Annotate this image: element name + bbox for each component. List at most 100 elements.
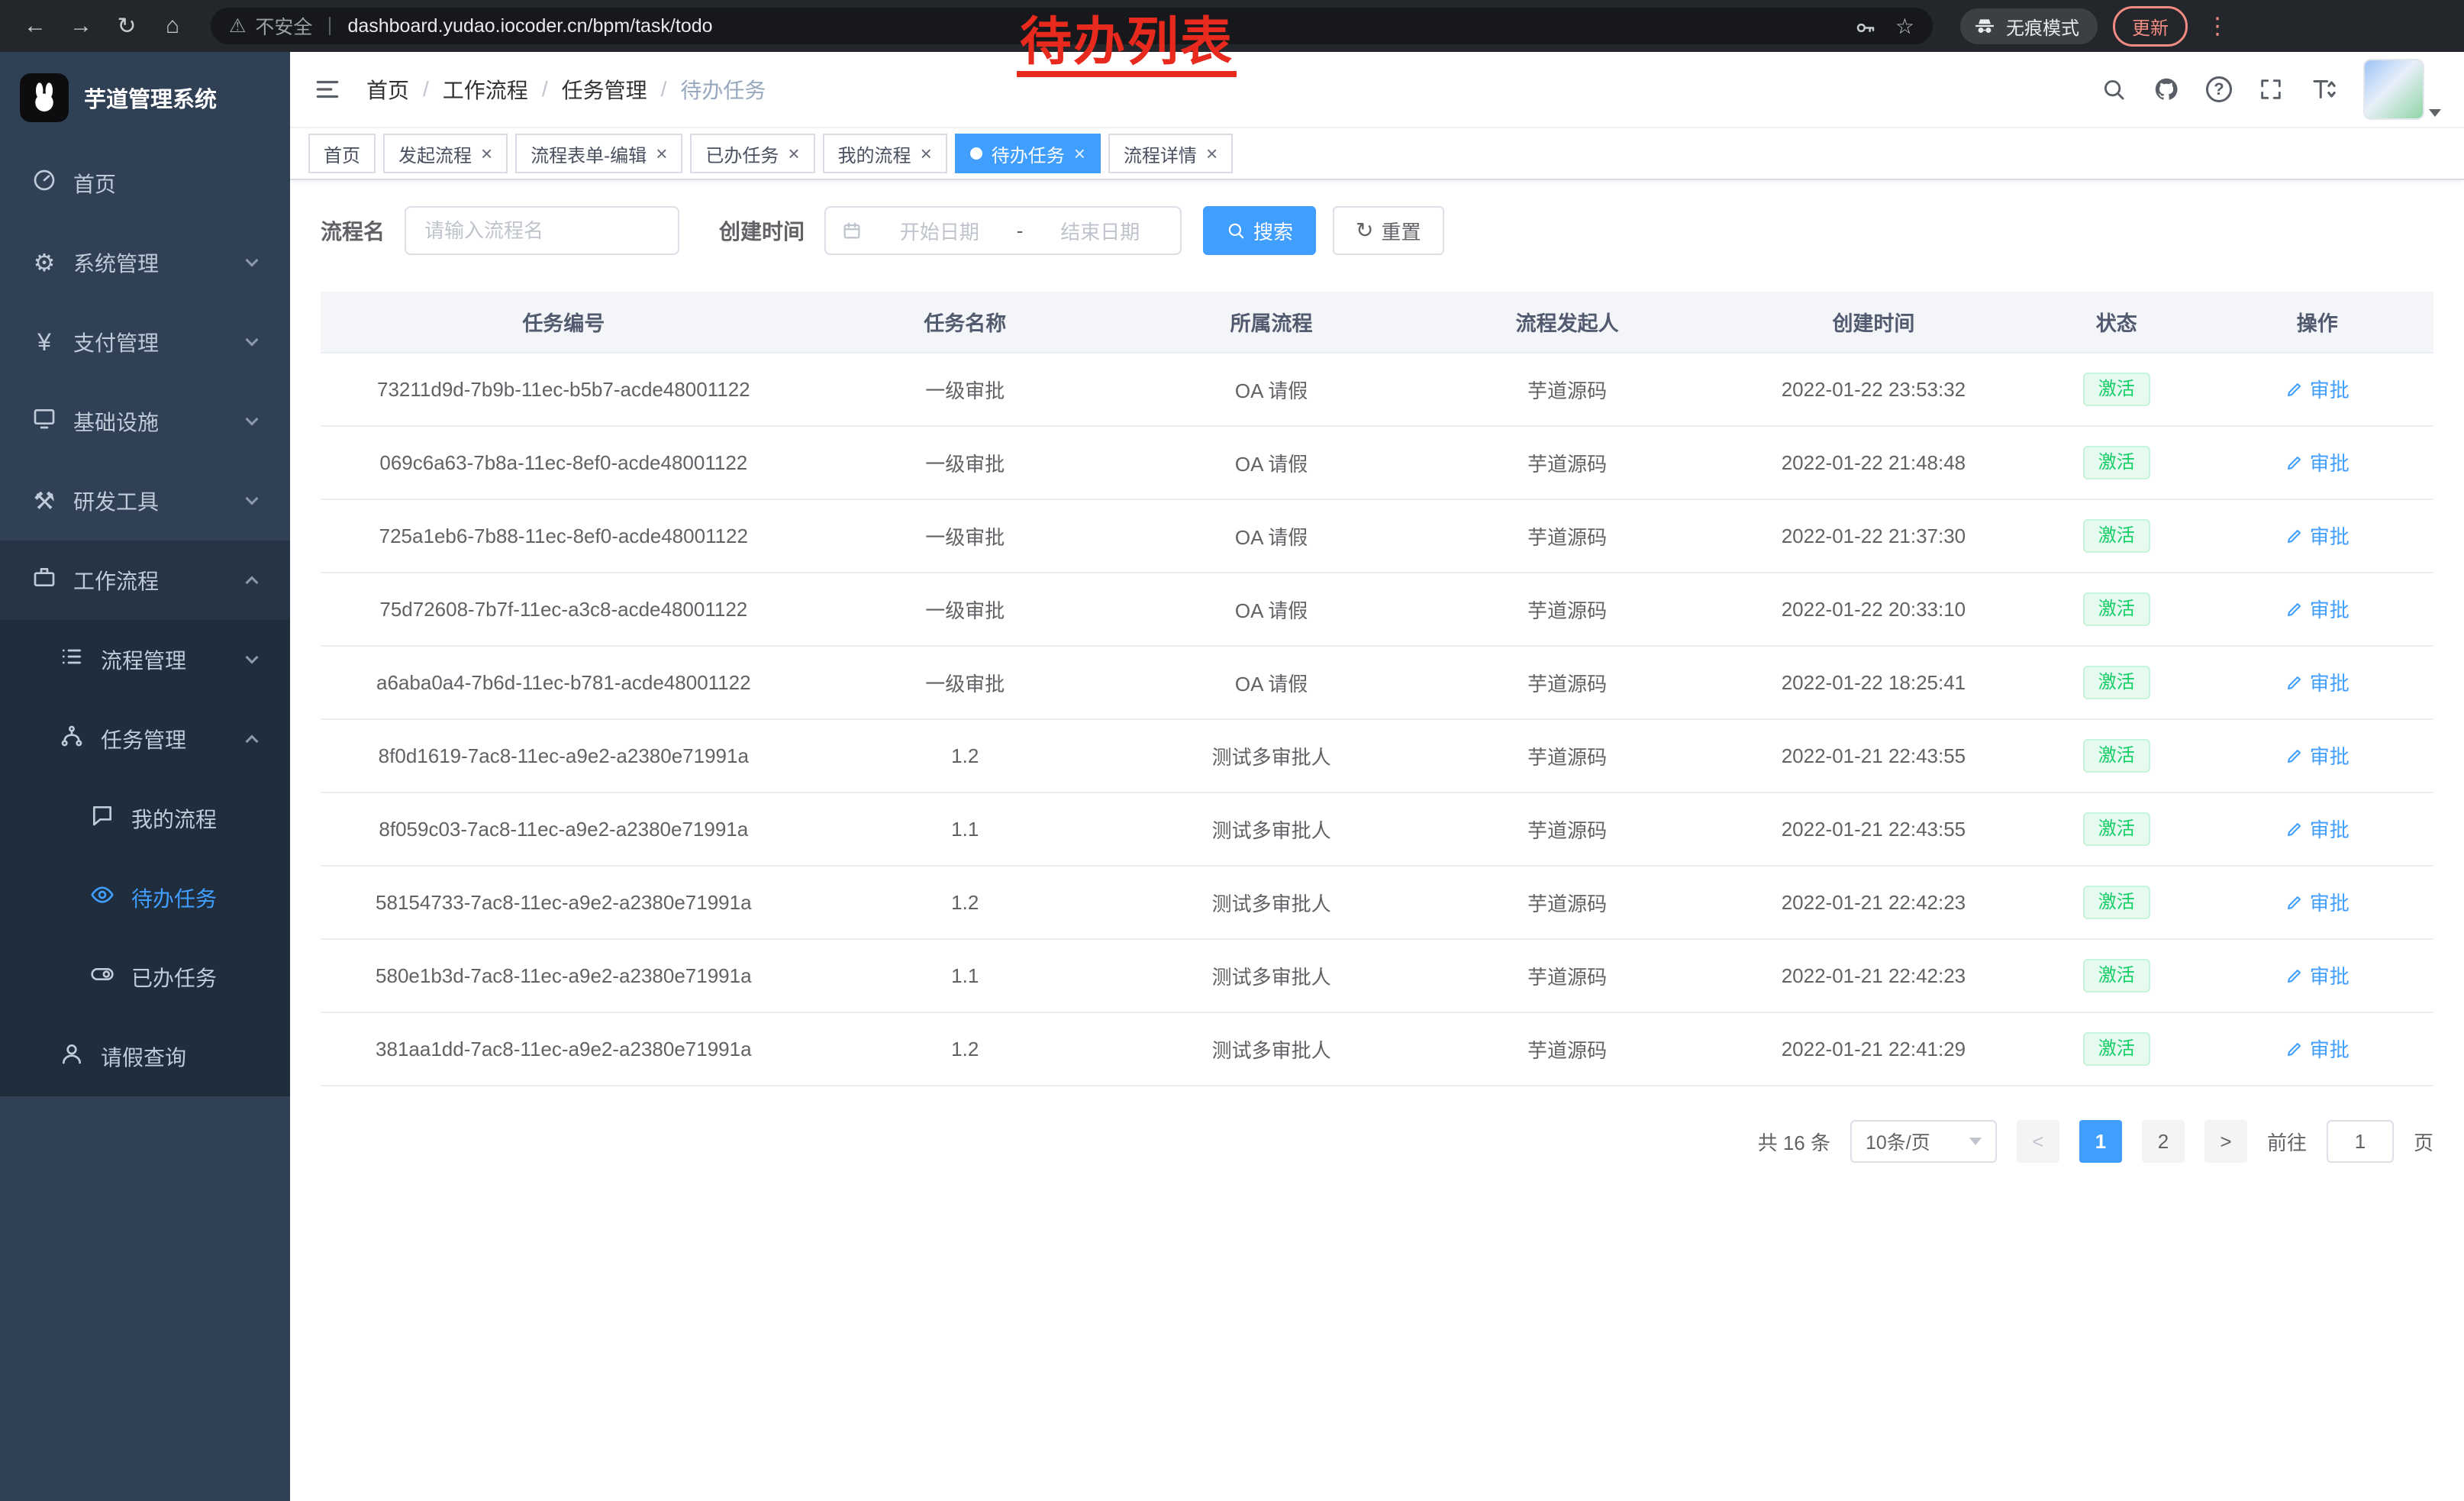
- sidebar-item-task-mgmt[interactable]: 任务管理: [0, 699, 290, 779]
- breadcrumb-home[interactable]: 首页: [366, 74, 409, 105]
- dashboard-icon: [31, 168, 58, 199]
- tags-view-bar: 首页 发起流程 × 流程表单-编辑 × 已办任务 × 我的流程 ×: [290, 128, 2464, 180]
- tab-done-tasks[interactable]: 已办任务 ×: [690, 134, 814, 173]
- browser-home-button[interactable]: ⌂: [153, 6, 192, 46]
- search-button[interactable]: 搜索: [1203, 206, 1316, 255]
- approve-label: 审批: [2310, 375, 2350, 403]
- tab-process-detail[interactable]: 流程详情 ×: [1108, 134, 1233, 173]
- help-icon[interactable]: ?: [2206, 76, 2232, 102]
- sidebar-item-todo-tasks[interactable]: 待办任务: [0, 858, 290, 938]
- sidebar-item-workflow[interactable]: 工作流程: [0, 541, 290, 620]
- sidebar-item-my-process[interactable]: 我的流程: [0, 779, 290, 858]
- browser-update-button[interactable]: 更新: [2113, 6, 2188, 47]
- security-label: 不安全: [255, 12, 312, 40]
- column-header-task-id: 任务编号: [321, 292, 807, 353]
- approve-link[interactable]: 审批: [2285, 815, 2350, 843]
- user-menu[interactable]: [2363, 59, 2441, 120]
- page-button-2[interactable]: 2: [2142, 1120, 2185, 1163]
- browser-menu-icon[interactable]: ⋮: [2203, 13, 2232, 40]
- approve-link[interactable]: 审批: [2285, 888, 2350, 916]
- github-icon[interactable]: [2153, 76, 2180, 103]
- page-button-1[interactable]: 1: [2079, 1120, 2122, 1163]
- tools-icon: ⚒: [31, 486, 58, 515]
- approve-link[interactable]: 审批: [2285, 1035, 2350, 1063]
- browser-forward-button[interactable]: →: [61, 6, 101, 46]
- cell-created: 2022-01-22 21:37:30: [1715, 499, 2032, 573]
- pagination: 共 16 条 10条/页 < 1 2 > 前往 页: [321, 1120, 2433, 1163]
- briefcase-icon: [31, 565, 58, 596]
- bookmark-star-icon[interactable]: ☆: [1895, 14, 1914, 39]
- sidebar-item-process-mgmt[interactable]: 流程管理: [0, 620, 290, 699]
- column-header-status: 状态: [2032, 292, 2201, 353]
- next-page-button[interactable]: >: [2204, 1120, 2247, 1163]
- cell-task-name: 1.1: [807, 792, 1124, 866]
- date-range-picker[interactable]: 开始日期 - 结束日期: [824, 206, 1182, 255]
- tab-close-icon[interactable]: ×: [481, 144, 492, 163]
- table-row: 8f0d1619-7ac8-11ec-a9e2-a2380e71991a 1.2…: [321, 719, 2433, 792]
- tab-start-process[interactable]: 发起流程 ×: [383, 134, 508, 173]
- cell-starter: 芋道源码: [1419, 353, 1715, 426]
- approve-label: 审批: [2310, 1035, 2350, 1063]
- browser-reload-button[interactable]: ↻: [107, 6, 147, 46]
- approve-label: 审批: [2310, 888, 2350, 916]
- cell-created: 2022-01-21 22:43:55: [1715, 719, 2032, 792]
- approve-link[interactable]: 审批: [2285, 375, 2350, 403]
- browser-back-button[interactable]: ←: [15, 6, 55, 46]
- sidebar-item-home[interactable]: 首页: [0, 144, 290, 223]
- approve-link[interactable]: 审批: [2285, 668, 2350, 696]
- approve-link[interactable]: 审批: [2285, 521, 2350, 550]
- chevron-up-icon: [246, 576, 259, 589]
- tab-close-icon[interactable]: ×: [921, 144, 932, 163]
- fullscreen-icon[interactable]: [2258, 76, 2284, 102]
- app-title: 芋道管理系统: [84, 82, 217, 114]
- approve-label: 审批: [2310, 448, 2350, 476]
- sidebar-item-system[interactable]: ⚙ 系统管理: [0, 223, 290, 302]
- chevron-down-icon: [246, 254, 259, 267]
- sidebar-item-done-tasks[interactable]: 已办任务: [0, 938, 290, 1017]
- goto-page-input[interactable]: [2327, 1120, 2394, 1163]
- key-icon[interactable]: [1854, 15, 1877, 37]
- avatar[interactable]: [2363, 59, 2424, 120]
- prev-page-button[interactable]: <: [2017, 1120, 2059, 1163]
- search-icon[interactable]: [2101, 76, 2127, 102]
- chevron-down-icon: [246, 334, 259, 347]
- tab-my-process[interactable]: 我的流程 ×: [823, 134, 947, 173]
- cell-task-name: 1.2: [807, 866, 1124, 939]
- tab-home[interactable]: 首页: [308, 134, 376, 173]
- sidebar-item-leave-query[interactable]: 请假查询: [0, 1017, 290, 1096]
- tab-close-icon[interactable]: ×: [656, 144, 667, 163]
- sidebar-item-label: 已办任务: [131, 962, 217, 993]
- status-badge: 激活: [2083, 1032, 2150, 1066]
- table-row: 725a1eb6-7b88-11ec-8ef0-acde48001122 一级审…: [321, 499, 2433, 573]
- breadcrumb-current: 待办任务: [680, 74, 766, 105]
- status-badge: 激活: [2083, 519, 2150, 553]
- tab-form-edit[interactable]: 流程表单-编辑 ×: [515, 134, 682, 173]
- process-name-input[interactable]: [405, 206, 679, 255]
- tab-close-icon[interactable]: ×: [1206, 144, 1217, 163]
- status-badge: 激活: [2083, 592, 2150, 626]
- reset-button[interactable]: ↻ 重置: [1333, 206, 1443, 255]
- page-size-select[interactable]: 10条/页: [1850, 1120, 1997, 1163]
- table-header-row: 任务编号 任务名称 所属流程 流程发起人 创建时间 状态 操作: [321, 292, 2433, 353]
- sidebar-item-infra[interactable]: 基础设施: [0, 382, 290, 461]
- table-row: 069c6a63-7b8a-11ec-8ef0-acde48001122 一级审…: [321, 426, 2433, 499]
- breadcrumb-workflow[interactable]: 工作流程: [443, 74, 528, 105]
- sidebar-submenu-workflow: 流程管理 任务管理 我的流程: [0, 620, 290, 1096]
- address-divider: [329, 17, 331, 35]
- tab-close-icon[interactable]: ×: [788, 144, 799, 163]
- cell-task-id: 580e1b3d-7ac8-11ec-a9e2-a2380e71991a: [321, 939, 807, 1012]
- approve-link[interactable]: 审批: [2285, 961, 2350, 989]
- sidebar-item-label: 系统管理: [73, 247, 159, 278]
- sidebar-item-devtools[interactable]: ⚒ 研发工具: [0, 461, 290, 541]
- sidebar-item-label: 我的流程: [131, 803, 217, 834]
- sidebar-item-payment[interactable]: ¥ 支付管理: [0, 302, 290, 382]
- cell-task-name: 一级审批: [807, 353, 1124, 426]
- breadcrumb-task-mgmt[interactable]: 任务管理: [562, 74, 647, 105]
- approve-link[interactable]: 审批: [2285, 448, 2350, 476]
- tab-todo-tasks[interactable]: 待办任务 ×: [955, 134, 1101, 173]
- font-size-icon[interactable]: [2310, 76, 2337, 103]
- approve-link[interactable]: 审批: [2285, 595, 2350, 623]
- sidebar-collapse-button[interactable]: [313, 75, 342, 104]
- approve-link[interactable]: 审批: [2285, 741, 2350, 770]
- tab-close-icon[interactable]: ×: [1074, 144, 1085, 163]
